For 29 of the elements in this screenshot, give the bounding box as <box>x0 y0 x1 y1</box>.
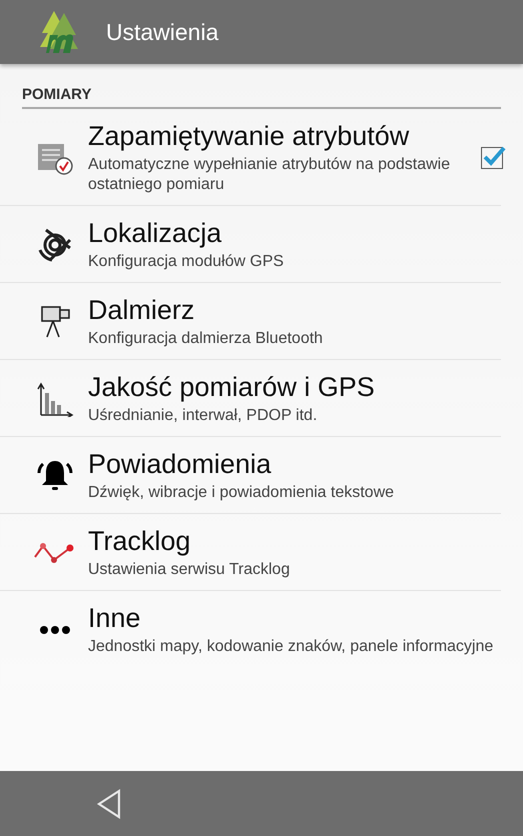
item-title: Powiadomienia <box>88 449 272 480</box>
item-title: Zapamiętywanie atrybutów <box>88 121 410 152</box>
settings-item[interactable]: Zapamiętywanie atrybutów Automatyczne wypełnianie atrybutów na podstawie ostatniego pomiaru <box>0 109 501 206</box>
settings-item[interactable]: Lokalizacja Konfiguracja modułów GPS <box>0 206 501 283</box>
line-graph-icon <box>34 541 76 565</box>
item-summary: Automatyczne wypełnianie atrybutów na podstawie ostatniego pomiaru <box>88 155 451 195</box>
item-summary: Uśrednianie, interwał, PDOP itd. <box>88 406 318 426</box>
screen-title: Ustawienia <box>106 18 218 46</box>
back-icon[interactable] <box>96 788 122 818</box>
item-title: Tracklog <box>88 526 192 557</box>
item-summary: Jednostki mapy, kodowanie znaków, panele informacyjne <box>88 637 494 657</box>
settings-item[interactable]: Dalmierz Konfiguracja dalmierza Bluetooth <box>0 283 501 360</box>
more-icon <box>39 625 71 635</box>
checkbox[interactable] <box>481 147 503 169</box>
settings-item[interactable]: Tracklog Ustawienia serwisu Tracklog <box>0 514 501 591</box>
location-target-icon <box>36 226 74 264</box>
item-summary: Dźwięk, wibracje i powiadomienia tekstowe <box>88 483 395 503</box>
item-summary: Konfiguracja dalmierza Bluetooth <box>88 329 324 349</box>
settings-item[interactable]: Powiadomienia Dźwięk, wibracje i powiadomienia tekstowe <box>0 437 501 514</box>
bar-chart-icon <box>36 381 74 417</box>
item-title: Inne <box>88 603 142 634</box>
settings-item[interactable]: Jakość pomiarów i GPS Uśrednianie, interwał, PDOP itd. <box>0 360 501 437</box>
item-title: Dalmierz <box>88 295 196 326</box>
item-summary: Konfiguracja modułów GPS <box>88 252 285 272</box>
settings-item[interactable]: Inne Jednostki mapy, kodowanie znaków, panele informacyjne <box>0 591 501 667</box>
item-title: Jakość pomiarów i GPS <box>88 372 376 403</box>
item-title: Lokalizacja <box>88 218 223 249</box>
section-header: POMIARY <box>22 86 501 109</box>
item-summary: Ustawienia serwisu Tracklog <box>88 560 291 580</box>
